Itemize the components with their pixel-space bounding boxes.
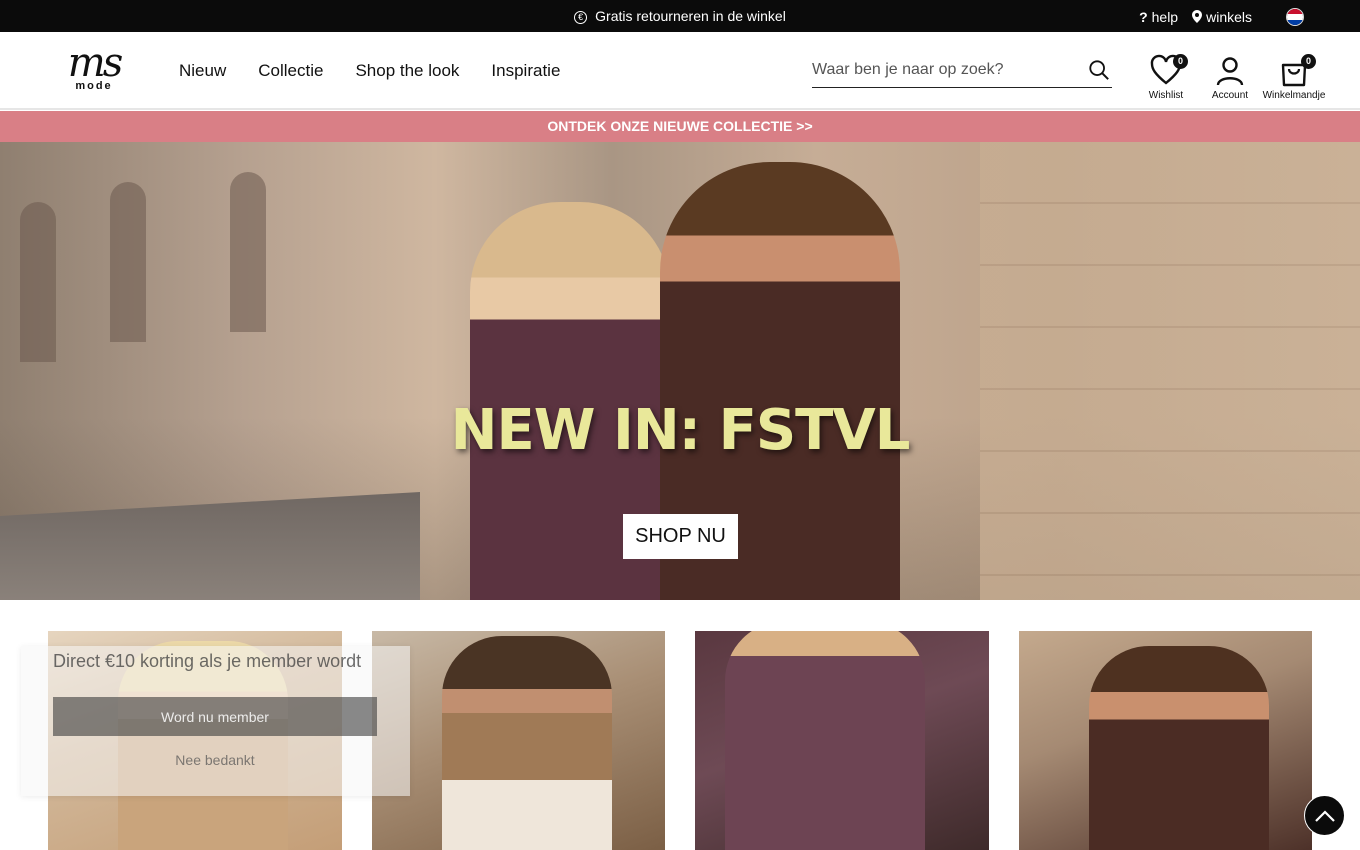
hero-window xyxy=(110,182,146,342)
euro-icon: € xyxy=(574,11,588,24)
logo-text: ms xyxy=(67,40,123,86)
new-collection-banner[interactable]: ONTDEK ONZE NIEUWE COLLECTIE >> xyxy=(0,111,1360,142)
category-tile-3[interactable] xyxy=(695,631,989,850)
search-icon[interactable] xyxy=(1088,59,1110,81)
wishlist-button[interactable]: 0 Wishlist xyxy=(1134,54,1198,101)
hero-window xyxy=(20,202,56,362)
nav-item-collectie[interactable]: Collectie xyxy=(258,61,323,81)
stores-link[interactable]: winkels xyxy=(1192,9,1252,25)
search-bar xyxy=(812,54,1112,88)
ms-mode-logo[interactable]: ms mode xyxy=(58,40,130,98)
wishlist-label: Wishlist xyxy=(1148,90,1184,101)
cart-button[interactable]: 0 Winkelmandje xyxy=(1262,54,1326,101)
user-icon xyxy=(1216,57,1244,86)
hero-title: NEW IN: FSTVL xyxy=(450,398,911,463)
nav-item-shop-the-look[interactable]: Shop the look xyxy=(355,61,459,81)
shop-now-button[interactable]: SHOP NU xyxy=(623,514,738,559)
main-header: ms mode Nieuw Collectie Shop the look In… xyxy=(0,32,1360,110)
nav-item-inspiratie[interactable]: Inspiratie xyxy=(491,61,560,81)
free-returns-text: Gratis retourneren in de winkel xyxy=(595,8,786,24)
become-member-button[interactable]: Word nu member xyxy=(53,697,377,736)
account-label: Account xyxy=(1211,90,1249,101)
search-input[interactable] xyxy=(812,54,1072,86)
category-tile-4[interactable] xyxy=(1019,631,1312,850)
wishlist-count-badge: 0 xyxy=(1173,54,1188,69)
netherlands-flag-icon[interactable] xyxy=(1286,8,1304,26)
question-icon: ? xyxy=(1139,9,1148,25)
nav-item-nieuw[interactable]: Nieuw xyxy=(179,61,226,81)
member-popup: Direct €10 korting als je member wordt W… xyxy=(21,646,410,796)
member-popup-title: Direct €10 korting als je member wordt xyxy=(53,651,362,671)
hero-background-wall xyxy=(980,142,1360,600)
cart-label: Winkelmandje xyxy=(1262,90,1326,101)
chevron-up-icon xyxy=(1314,809,1335,822)
hero-window xyxy=(230,172,266,332)
stores-label: winkels xyxy=(1206,9,1252,25)
map-pin-icon xyxy=(1192,10,1203,23)
cart-count-badge: 0 xyxy=(1301,54,1316,69)
back-to-top-button[interactable] xyxy=(1304,795,1345,836)
help-link[interactable]: ? help xyxy=(1139,9,1178,25)
tile-model-image xyxy=(725,631,925,850)
category-tile-2[interactable] xyxy=(372,631,665,850)
account-button[interactable]: Account xyxy=(1198,54,1262,101)
tile-model-image xyxy=(1089,646,1269,850)
dismiss-link[interactable]: Nee bedankt xyxy=(53,752,377,768)
help-label: help xyxy=(1151,9,1179,25)
hero-street xyxy=(0,492,420,600)
top-bar: € Gratis retourneren in de winkel ? help w… xyxy=(0,0,1360,32)
tile-model-image xyxy=(442,636,612,850)
main-nav: Nieuw Collectie Shop the look Inspiratie xyxy=(179,61,560,81)
